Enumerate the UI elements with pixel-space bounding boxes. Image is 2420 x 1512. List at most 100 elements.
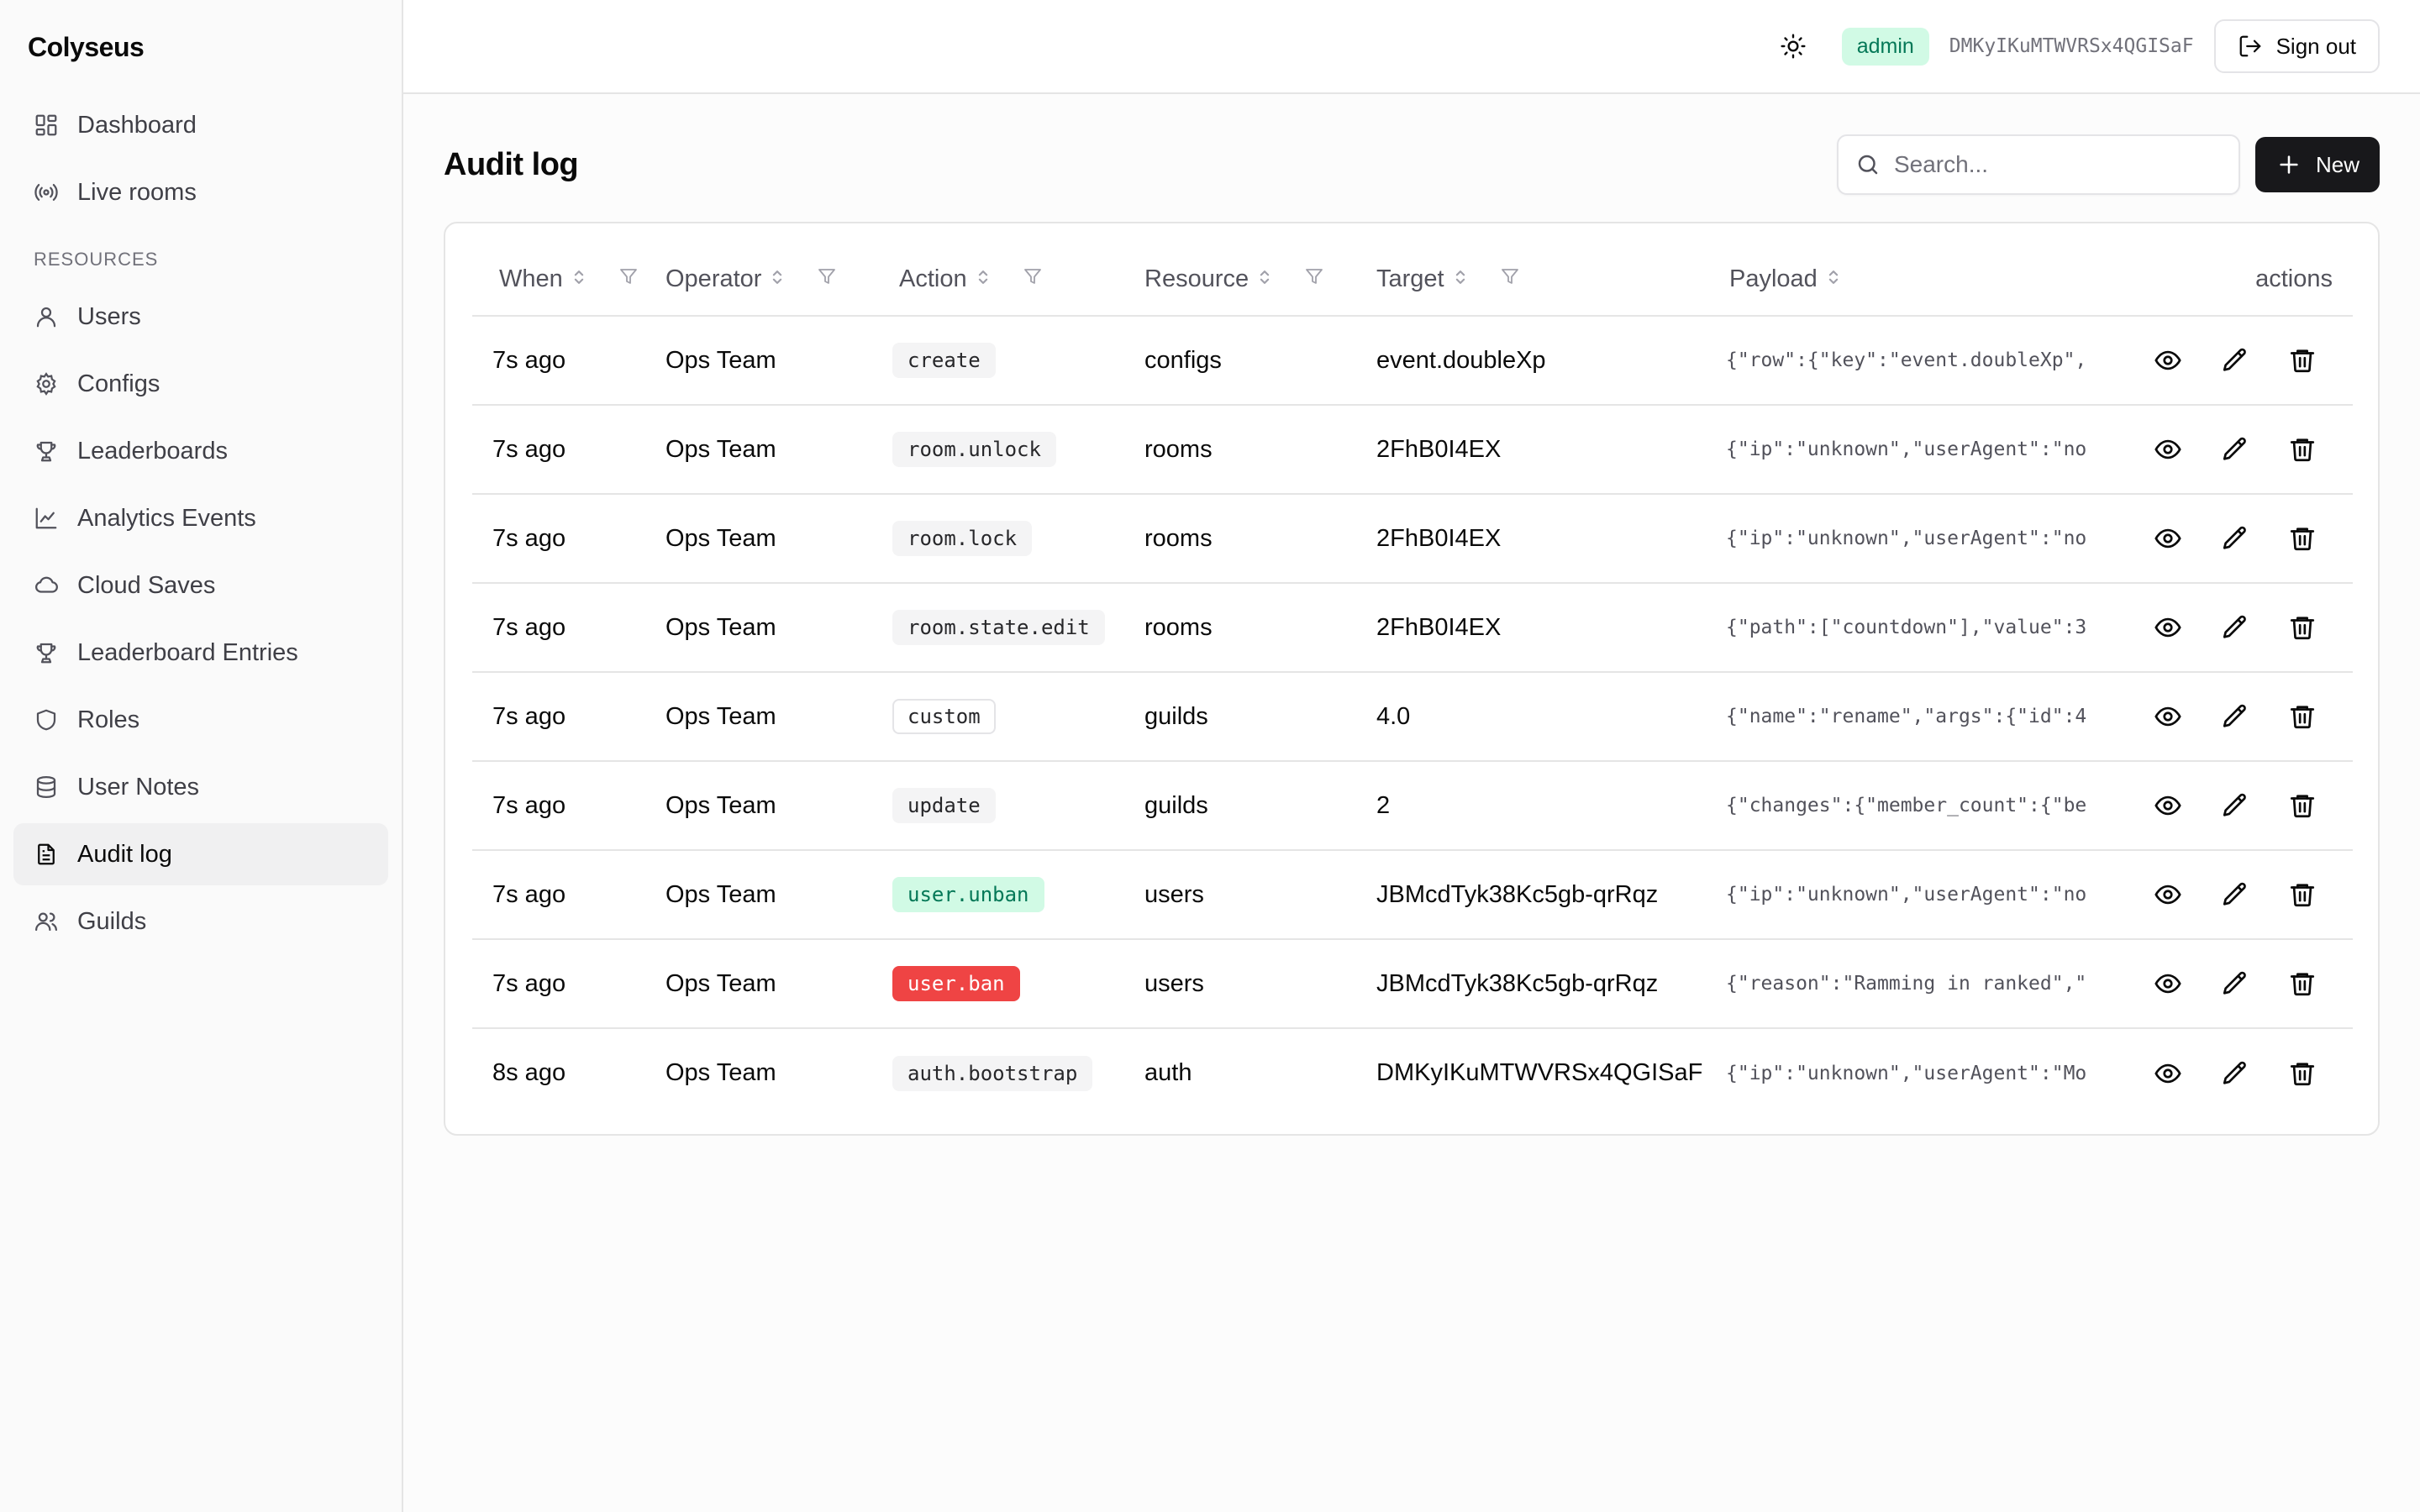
sidebar-item-cloud-saves[interactable]: Cloud Saves bbox=[13, 554, 388, 617]
table-row[interactable]: 7s ago Ops Team create configs event.dou… bbox=[472, 316, 2353, 406]
view-button[interactable] bbox=[2153, 612, 2183, 643]
sidebar-item-audit-log[interactable]: Audit log bbox=[13, 823, 388, 885]
view-button[interactable] bbox=[2153, 1058, 2183, 1089]
sidebar-item-guilds[interactable]: Guilds bbox=[13, 890, 388, 953]
sort-icon[interactable] bbox=[571, 265, 587, 293]
edit-button[interactable] bbox=[2220, 1058, 2250, 1089]
operator-text: Ops Team bbox=[666, 702, 776, 730]
payload-text: {"path":["countdown"],"value":3 bbox=[1726, 617, 2087, 638]
column-label[interactable]: Action bbox=[899, 265, 967, 293]
delete-button[interactable] bbox=[2287, 701, 2317, 732]
cell-action: user.ban bbox=[892, 939, 1144, 1029]
filter-icon[interactable] bbox=[618, 265, 639, 293]
sidebar-item-live-rooms[interactable]: Live rooms bbox=[13, 161, 388, 223]
target-text: 2 bbox=[1376, 791, 1391, 819]
table-row[interactable]: 7s ago Ops Team room.state.edit rooms 2F… bbox=[472, 583, 2353, 673]
sidebar-item-label: Leaderboards bbox=[77, 437, 228, 465]
delete-button[interactable] bbox=[2287, 969, 2317, 999]
column-label[interactable]: Target bbox=[1376, 265, 1444, 293]
pencil-icon bbox=[2223, 526, 2246, 549]
table-row[interactable]: 7s ago Ops Team user.ban users JBMcdTyk3… bbox=[472, 939, 2353, 1029]
row-actions bbox=[2138, 969, 2353, 999]
view-button[interactable] bbox=[2153, 969, 2183, 999]
sidebar-item-user-notes[interactable]: User Notes bbox=[13, 756, 388, 818]
line-chart-icon bbox=[35, 507, 57, 529]
eye-icon bbox=[2154, 1063, 2181, 1083]
table-row[interactable]: 7s ago Ops Team custom guilds 4.0 {"name… bbox=[472, 672, 2353, 762]
resource-text: users bbox=[1144, 969, 1204, 997]
edit-button[interactable] bbox=[2220, 701, 2250, 732]
cell-action: room.unlock bbox=[892, 405, 1144, 495]
sort-icon[interactable] bbox=[1257, 265, 1272, 293]
eye-icon bbox=[2154, 885, 2181, 905]
edit-button[interactable] bbox=[2220, 434, 2250, 465]
sidebar-item-leaderboards[interactable]: Leaderboards bbox=[13, 420, 388, 482]
payload-text: {"ip":"unknown","userAgent":"no bbox=[1726, 884, 2087, 906]
page-title: Audit log bbox=[444, 146, 579, 182]
delete-button[interactable] bbox=[2287, 434, 2317, 465]
view-button[interactable] bbox=[2153, 879, 2183, 910]
sidebar-item-roles[interactable]: Roles bbox=[13, 689, 388, 751]
target-text: JBMcdTyk38Kc5gb-qrRqz bbox=[1376, 880, 1659, 908]
edit-button[interactable] bbox=[2220, 790, 2250, 821]
brand-logo[interactable]: Colyseus bbox=[13, 0, 388, 94]
sort-icon[interactable] bbox=[770, 265, 785, 293]
delete-button[interactable] bbox=[2287, 612, 2317, 643]
column-label[interactable]: Resource bbox=[1144, 265, 1249, 293]
sort-icon[interactable] bbox=[1826, 265, 1841, 293]
edit-button[interactable] bbox=[2220, 969, 2250, 999]
delete-button[interactable] bbox=[2287, 1058, 2317, 1089]
view-button[interactable] bbox=[2153, 345, 2183, 375]
view-button[interactable] bbox=[2153, 434, 2183, 465]
filter-icon[interactable] bbox=[1500, 265, 1520, 293]
delete-button[interactable] bbox=[2287, 345, 2317, 375]
edit-button[interactable] bbox=[2220, 523, 2250, 554]
operator-text: Ops Team bbox=[666, 346, 776, 374]
filter-icon[interactable] bbox=[1304, 265, 1324, 293]
table-row[interactable]: 7s ago Ops Team update guilds 2 {"change… bbox=[472, 761, 2353, 851]
sidebar-item-dashboard[interactable]: Dashboard bbox=[13, 94, 388, 156]
search-input[interactable] bbox=[1893, 151, 2222, 178]
theme-toggle-button[interactable] bbox=[1765, 18, 1822, 75]
cell-resource: rooms bbox=[1144, 583, 1376, 673]
view-button[interactable] bbox=[2153, 701, 2183, 732]
filter-icon[interactable] bbox=[1023, 265, 1043, 293]
sidebar-item-configs[interactable]: Configs bbox=[13, 353, 388, 415]
payload-text: {"row":{"key":"event.doubleXp", bbox=[1726, 349, 2087, 371]
delete-button[interactable] bbox=[2287, 523, 2317, 554]
column-label[interactable]: Operator bbox=[666, 265, 761, 293]
sidebar-item-label: Cloud Saves bbox=[77, 571, 216, 599]
target-text: DMKyIKuMTWVRSx4QGISaF bbox=[1376, 1059, 1703, 1086]
column-label[interactable]: When bbox=[499, 265, 563, 293]
table-row[interactable]: 7s ago Ops Team user.unban users JBMcdTy… bbox=[472, 850, 2353, 940]
table-row[interactable]: 7s ago Ops Team room.lock rooms 2FhB0I4E… bbox=[472, 494, 2353, 584]
edit-button[interactable] bbox=[2220, 879, 2250, 910]
delete-button[interactable] bbox=[2287, 790, 2317, 821]
table-header-row: When Operator Action Resource Target Pay… bbox=[472, 244, 2353, 317]
edit-button[interactable] bbox=[2220, 345, 2250, 375]
table-row[interactable]: 7s ago Ops Team room.unlock rooms 2FhB0I… bbox=[472, 405, 2353, 495]
sort-icon[interactable] bbox=[1453, 265, 1468, 293]
filter-icon[interactable] bbox=[817, 265, 837, 293]
delete-button[interactable] bbox=[2287, 879, 2317, 910]
column-label[interactable]: Payload bbox=[1729, 265, 1818, 293]
view-button[interactable] bbox=[2153, 523, 2183, 554]
sign-out-button[interactable]: Sign out bbox=[2213, 19, 2380, 73]
cell-target: JBMcdTyk38Kc5gb-qrRqz bbox=[1376, 939, 1726, 1029]
sidebar-item-leaderboard-entries[interactable]: Leaderboard Entries bbox=[13, 622, 388, 684]
sidebar-item-users[interactable]: Users bbox=[13, 286, 388, 348]
sidebar-top-nav: Dashboard Live rooms bbox=[13, 94, 388, 223]
trash-icon bbox=[2290, 438, 2315, 462]
pencil-icon bbox=[2223, 615, 2246, 638]
sort-icon[interactable] bbox=[976, 265, 991, 293]
new-button[interactable]: New bbox=[2254, 137, 2380, 192]
payload-text: {"name":"rename","args":{"id":4 bbox=[1726, 706, 2087, 727]
cell-payload: {"reason":"Ramming in ranked"," bbox=[1726, 939, 2138, 1029]
trash-icon bbox=[2290, 617, 2315, 640]
edit-button[interactable] bbox=[2220, 612, 2250, 643]
cell-operator: Ops Team bbox=[666, 1028, 892, 1117]
action-badge: room.lock bbox=[892, 521, 1033, 556]
view-button[interactable] bbox=[2153, 790, 2183, 821]
sidebar-item-analytics-events[interactable]: Analytics Events bbox=[13, 487, 388, 549]
table-row[interactable]: 8s ago Ops Team auth.bootstrap auth DMKy… bbox=[472, 1028, 2353, 1117]
